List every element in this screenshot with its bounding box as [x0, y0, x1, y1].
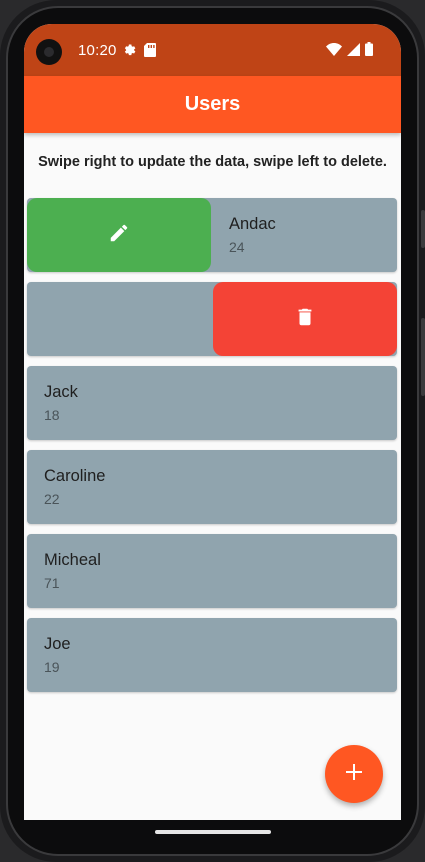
front-camera: [36, 39, 62, 65]
user-card[interactable]: Micheal 71: [27, 534, 397, 608]
status-time: 10:20: [78, 42, 117, 59]
add-plus-icon: [344, 762, 364, 787]
sd-card-icon: [144, 42, 156, 62]
phone-frame: 10:20 Users Swipe right to update the da…: [0, 0, 425, 862]
user-card[interactable]: Joe 19: [27, 618, 397, 692]
user-age: 24: [229, 239, 245, 255]
status-bar: 10:20: [24, 24, 401, 76]
user-name: Andac: [229, 215, 276, 233]
wifi-icon: [326, 42, 342, 61]
user-name: Caroline: [44, 467, 106, 485]
user-name: Joe: [44, 635, 71, 653]
user-card-swiped-right[interactable]: Andac 24: [27, 198, 397, 272]
settings-gear-icon: [122, 42, 137, 62]
user-card-swiped-left[interactable]: [27, 282, 397, 356]
swipe-instruction: Swipe right to update the data, swipe le…: [38, 154, 387, 170]
user-age: 18: [44, 407, 60, 423]
user-age: 71: [44, 575, 60, 591]
screen: 10:20 Users Swipe right to update the da…: [24, 24, 401, 820]
user-name: Jack: [44, 383, 78, 401]
status-icons-left: [122, 42, 156, 62]
power-button: [421, 318, 425, 396]
signal-icon: [347, 42, 360, 61]
volume-button: [421, 210, 425, 248]
user-name: Micheal: [44, 551, 101, 569]
user-age: 19: [44, 659, 60, 675]
app-bar: Users: [24, 76, 401, 133]
home-gesture-handle[interactable]: [155, 830, 271, 834]
page-title: Users: [184, 93, 241, 115]
user-card[interactable]: Jack 18: [27, 366, 397, 440]
navigation-bar: [24, 820, 401, 840]
battery-icon: [365, 42, 373, 61]
edit-pencil-icon: [108, 222, 130, 249]
delete-trash-icon: [294, 306, 316, 333]
user-card[interactable]: Caroline 22: [27, 450, 397, 524]
user-age: 22: [44, 491, 60, 507]
edit-action-button[interactable]: [27, 198, 211, 272]
status-icons-right: [326, 42, 373, 61]
add-user-button[interactable]: [325, 745, 383, 803]
delete-action-button[interactable]: [213, 282, 397, 356]
